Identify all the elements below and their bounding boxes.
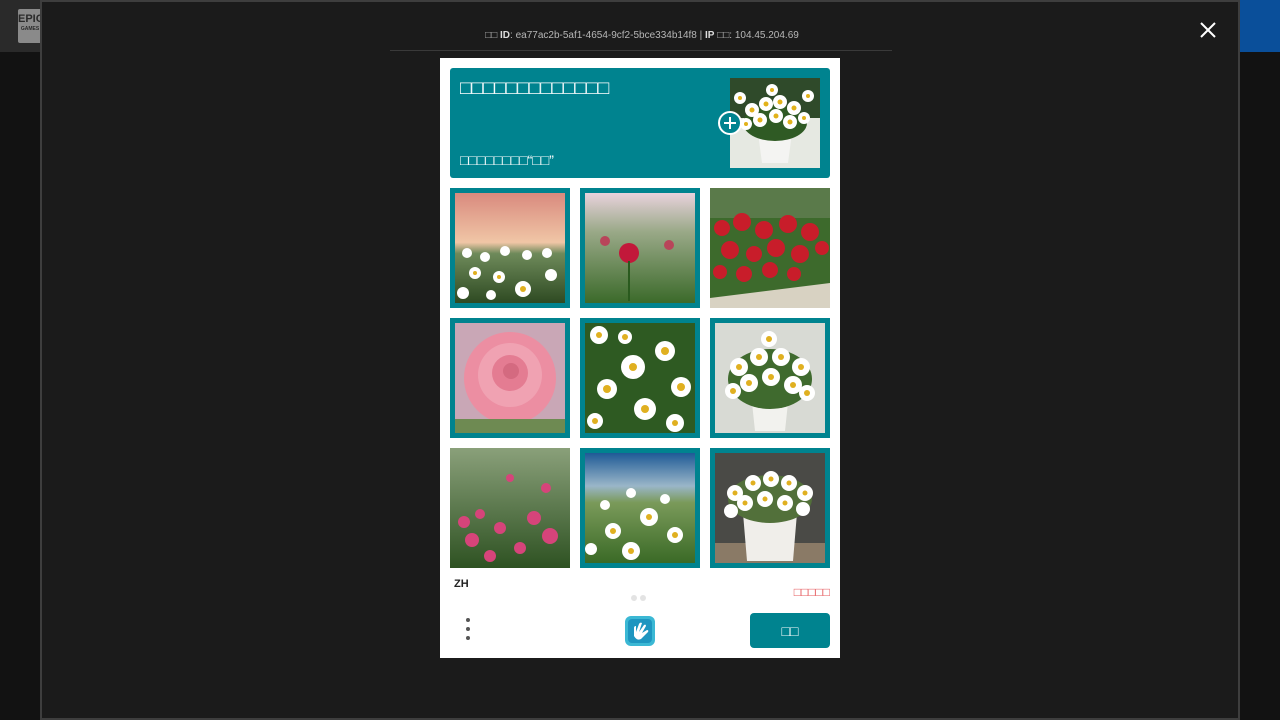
menu-dot-icon xyxy=(466,627,470,631)
id-value: : ea77ac2b-5af1-4654-9cf2-5bce334b14f8 | xyxy=(510,30,705,41)
menu-dot-icon xyxy=(466,636,470,640)
close-icon xyxy=(1200,22,1216,38)
menu-dot-icon xyxy=(466,618,470,622)
verify-button[interactable]: □□ xyxy=(750,613,830,648)
language-selector[interactable]: ZH xyxy=(454,578,469,590)
tile-red-flowers-garden[interactable] xyxy=(710,188,830,308)
tile-pink-flowers-field[interactable] xyxy=(450,448,570,568)
tile-image xyxy=(585,193,695,303)
session-id-line: □□ ID: ea77ac2b-5af1-4654-9cf2-5bce334b1… xyxy=(392,30,892,41)
tile-red-rose-field[interactable] xyxy=(580,188,700,308)
tile-image xyxy=(715,453,825,563)
tile-daisy-pot[interactable] xyxy=(710,318,830,438)
more-options-menu[interactable] xyxy=(462,618,474,644)
tile-image xyxy=(710,188,830,308)
id-label: ID xyxy=(500,30,511,41)
id-prefix: □□ xyxy=(485,30,501,41)
epic-games-logo: EPIC GAMES xyxy=(18,9,44,43)
tile-pink-rose[interactable] xyxy=(450,318,570,438)
challenge-prompt: □□□□□□□□□□□□□ □□□□□□□□“□□” xyxy=(450,68,830,178)
tile-image xyxy=(455,323,565,433)
plus-icon xyxy=(718,111,742,135)
hcaptcha-challenge: □□□□□□□□□□□□□ □□□□□□□□“□□” ZH □□□□□ □□ xyxy=(440,58,840,658)
modal-divider xyxy=(390,50,892,51)
tile-daisy-white-pot[interactable] xyxy=(710,448,830,568)
pagination-dots xyxy=(631,588,649,606)
close-button[interactable] xyxy=(1198,20,1218,40)
hcaptcha-logo-icon xyxy=(623,614,657,648)
prompt-title: □□□□□□□□□□□□□ xyxy=(460,78,610,99)
logo-subtext: GAMES xyxy=(20,26,40,32)
page-dot xyxy=(640,595,646,601)
tile-image xyxy=(715,323,825,433)
background-blue-button xyxy=(1238,0,1280,52)
tile-image xyxy=(585,453,695,563)
tile-image xyxy=(585,323,695,433)
tile-daisy-closeup[interactable] xyxy=(580,318,700,438)
ip-value: □□: 104.45.204.69 xyxy=(714,30,799,41)
tile-daisy-field-sunset[interactable] xyxy=(450,188,570,308)
tile-image xyxy=(450,448,570,568)
report-image-link[interactable]: □□□□□ xyxy=(794,585,830,599)
page-dot xyxy=(631,595,637,601)
prompt-subtitle: □□□□□□□□“□□” xyxy=(460,152,554,168)
example-image-daisy-pot xyxy=(730,78,820,168)
tile-daisy-sky[interactable] xyxy=(580,448,700,568)
tile-image xyxy=(455,193,565,303)
